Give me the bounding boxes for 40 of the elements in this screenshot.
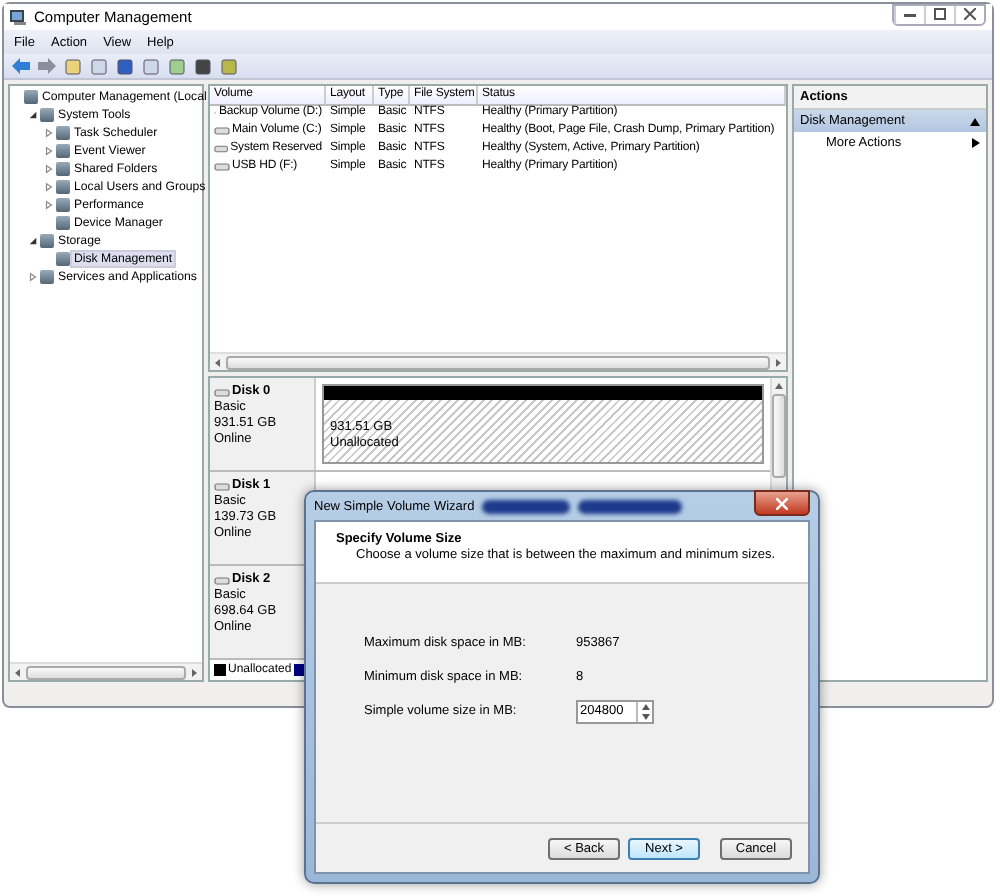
tree-node-icon xyxy=(56,126,70,140)
horizontal-scrollbar[interactable] xyxy=(210,352,786,370)
tree-node-icon xyxy=(56,198,70,212)
horizontal-scrollbar[interactable] xyxy=(10,662,202,680)
back-arrow-icon[interactable] xyxy=(12,58,30,74)
tree-node-icon xyxy=(40,108,54,122)
scroll-up-icon[interactable] xyxy=(774,382,784,390)
computer-icon xyxy=(10,9,28,25)
tree-node-icon xyxy=(56,162,70,176)
close-icon xyxy=(776,497,788,509)
spin-up-icon[interactable] xyxy=(641,703,649,709)
collapse-arrow-icon[interactable] xyxy=(28,236,38,246)
scroll-left-icon[interactable] xyxy=(214,357,222,367)
expand-arrow-icon[interactable] xyxy=(44,128,54,138)
tree-node-icon xyxy=(56,252,70,266)
redacted-block xyxy=(482,499,571,513)
close-button[interactable] xyxy=(754,490,810,516)
maximize-icon xyxy=(934,8,946,20)
submenu-arrow-icon[interactable] xyxy=(972,138,980,148)
tree-node-icon xyxy=(24,90,38,104)
spin-down-icon[interactable] xyxy=(641,713,649,719)
minimize-icon xyxy=(904,10,916,18)
tree-node-icon xyxy=(40,234,54,248)
expand-arrow-icon[interactable] xyxy=(28,272,38,282)
expand-arrow-icon[interactable] xyxy=(44,164,54,174)
scroll-right-icon[interactable] xyxy=(774,357,782,367)
tree-node-icon xyxy=(56,144,70,158)
collapse-arrow-icon[interactable] xyxy=(28,110,38,120)
redacted-block xyxy=(578,499,683,513)
expand-arrow-icon[interactable] xyxy=(44,200,54,210)
scroll-right-icon[interactable] xyxy=(190,667,198,677)
tree-node-icon xyxy=(56,180,70,194)
close-icon xyxy=(964,8,976,20)
forward-arrow-icon[interactable] xyxy=(38,58,56,74)
expand-arrow-icon[interactable] xyxy=(44,146,54,156)
scroll-left-icon[interactable] xyxy=(14,667,22,677)
expand-arrow-icon[interactable] xyxy=(44,182,54,192)
tree-node-icon xyxy=(56,216,70,230)
tree-node-icon xyxy=(40,270,54,284)
collapse-icon[interactable] xyxy=(970,117,980,125)
